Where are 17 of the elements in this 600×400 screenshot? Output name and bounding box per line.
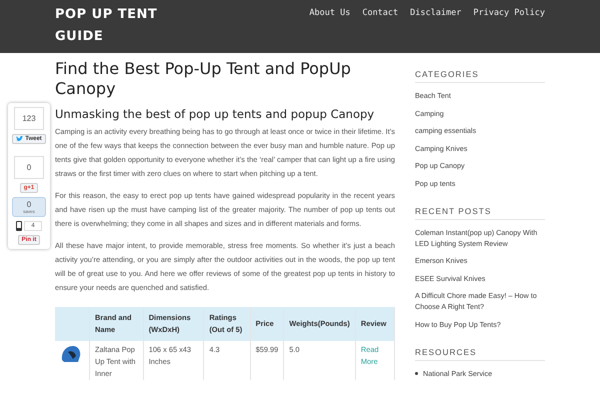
article-subtitle: Unmasking the best of pop up tents and popup Canopy [55,107,376,121]
article-title: Find the Best Pop-Up Tent and PopUp Canopy [55,59,352,99]
nav-link[interactable]: About Us [309,8,350,20]
bullet-icon [415,372,418,374]
nav-link[interactable]: Disclaimer [410,8,462,20]
saves-count: 0 [26,200,32,209]
nav-link[interactable]: Privacy Policy [473,8,545,20]
bird-icon [16,136,24,142]
phone-icon [16,221,22,231]
tweet-count: 123 [14,107,44,130]
sidebar-heading: CATEGORIES [415,69,545,83]
nav-link[interactable]: Contact [362,8,398,20]
sidebar-heading: RESOURCES [415,346,545,360]
tent-icon [60,344,82,364]
site-logo[interactable]: POP UP TENT GUIDE [55,0,185,53]
sidebar-heading: RECENT POSTS [415,206,545,220]
plus-count: 0 [14,156,44,179]
